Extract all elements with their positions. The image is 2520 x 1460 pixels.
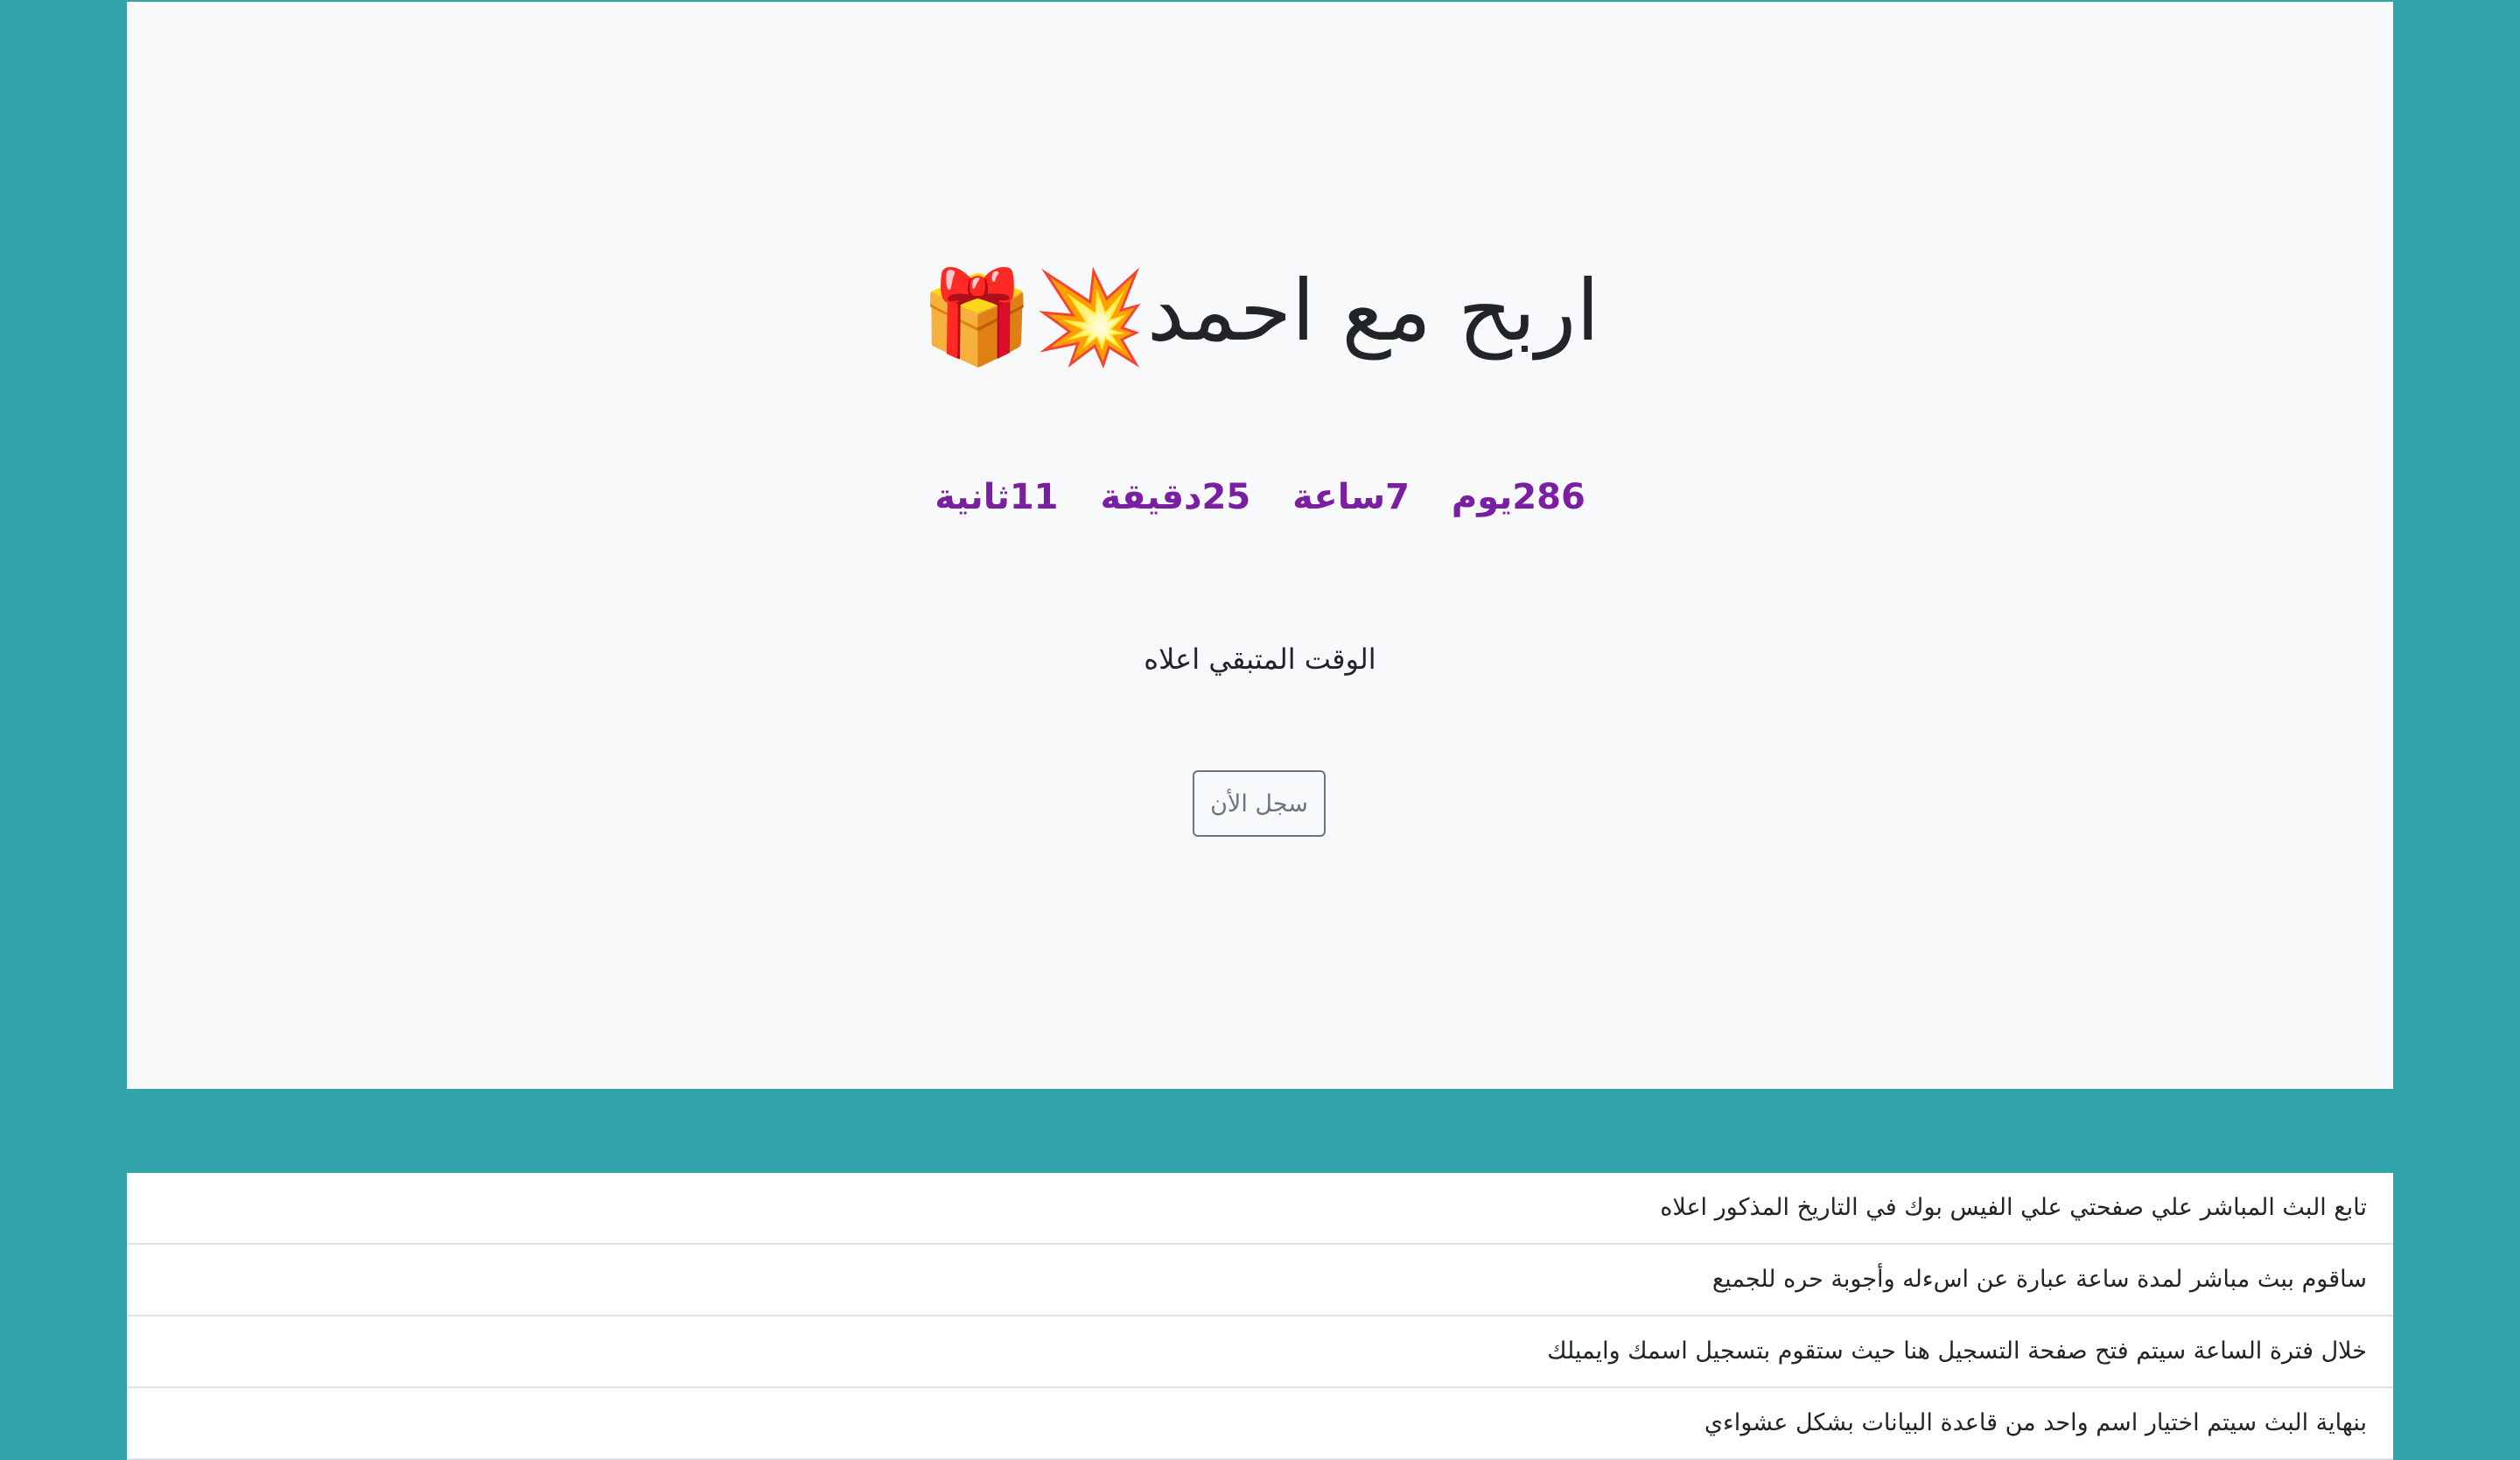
- title-text: اربح مع احمد: [1146, 262, 1600, 360]
- list-item: بنهاية البث سيتم اختيار اسم واحد من قاعد…: [127, 1388, 2393, 1460]
- gift-icon: 🎁: [920, 263, 1034, 370]
- countdown-days: 286يوم: [1452, 471, 1586, 523]
- countdown-days-value: 286: [1512, 477, 1586, 517]
- countdown-seconds-value: 11: [1009, 477, 1059, 517]
- countdown-timer: 286يوم 7ساعة 25دقيقة 11ثانية: [127, 471, 2393, 523]
- countdown-days-label: يوم: [1451, 477, 1513, 517]
- info-list: تابع البث المباشر علي صفحتي علي الفيس بو…: [127, 1173, 2393, 1460]
- explosion-icon: 💥: [1033, 263, 1147, 370]
- countdown-seconds: 11ثانية: [934, 471, 1058, 523]
- list-item: ساقوم ببث مباشر لمدة ساعة عبارة عن اسءله…: [127, 1245, 2393, 1316]
- hero-section: اربح مع احمد💥🎁 286يوم 7ساعة 25دقيقة 11ثا…: [127, 2, 2393, 1089]
- list-item: خلال فترة الساعة سيتم فتح صفحة التسجيل ه…: [127, 1316, 2393, 1388]
- countdown-hours: 7ساعة: [1292, 471, 1410, 523]
- countdown-minutes-label: دقيقة: [1100, 477, 1202, 517]
- countdown-hours-label: ساعة: [1292, 477, 1386, 517]
- remaining-time-label: الوقت المتبقي اعلاه: [1144, 642, 1376, 676]
- page-title: اربح مع احمد💥🎁: [127, 254, 2393, 374]
- countdown-minutes-value: 25: [1201, 477, 1251, 517]
- countdown-seconds-label: ثانية: [934, 477, 1010, 517]
- register-button[interactable]: سجل الأن: [1193, 770, 1326, 837]
- countdown-hours-value: 7: [1385, 477, 1410, 517]
- countdown-minutes: 25دقيقة: [1100, 471, 1250, 523]
- list-item: تابع البث المباشر علي صفحتي علي الفيس بو…: [127, 1173, 2393, 1245]
